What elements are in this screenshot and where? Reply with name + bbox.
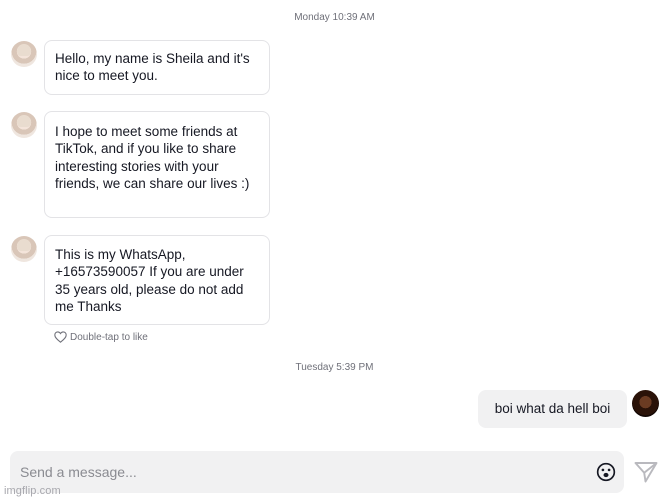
avatar-sheila[interactable] [11, 112, 37, 138]
like-hint-label: Double-tap to like [70, 331, 148, 343]
send-icon[interactable] [634, 461, 658, 483]
avatar-me[interactable] [632, 390, 659, 417]
emoji-icon[interactable] [596, 462, 616, 482]
heart-outline-icon[interactable] [54, 331, 67, 343]
message-input[interactable] [20, 451, 580, 493]
watermark: imgflip.com [4, 485, 61, 497]
like-hint[interactable]: Double-tap to like [54, 330, 148, 344]
message-bubble-incoming: I hope to meet some friends at TikTok, a… [44, 111, 270, 218]
timestamp-tuesday: Tuesday 5:39 PM [295, 362, 374, 373]
avatar-sheila[interactable] [11, 236, 37, 262]
message-bubble-outgoing: boi what da hell boi [478, 390, 627, 428]
timestamp-monday: Monday 10:39 AM [294, 12, 375, 23]
message-composer [10, 451, 624, 493]
avatar-sheila[interactable] [11, 41, 37, 67]
message-bubble-incoming: Hello, my name is Sheila and it's nice t… [44, 40, 270, 95]
message-bubble-incoming: This is my WhatsApp, +16573590057 If you… [44, 235, 270, 325]
